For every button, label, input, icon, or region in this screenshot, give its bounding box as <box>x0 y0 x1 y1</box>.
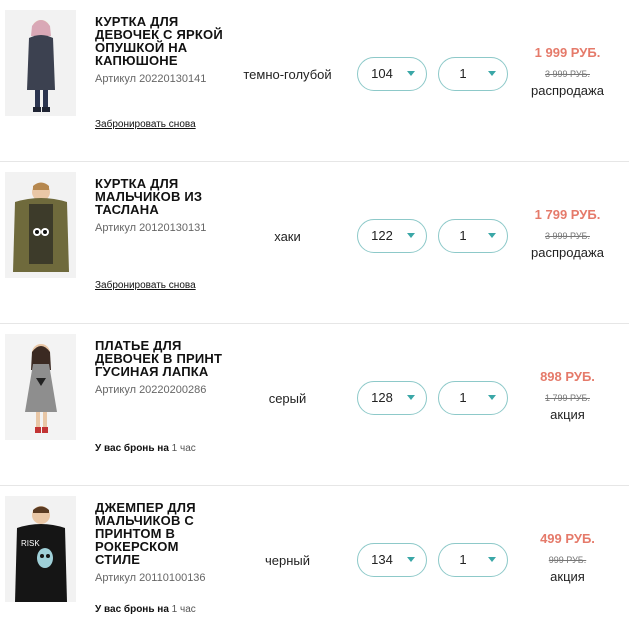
product-color: хаки <box>274 229 301 244</box>
reserve-time: 1 час <box>171 604 196 615</box>
boy-sweater-photo-icon: RISK <box>5 496 76 602</box>
quantity-value: 1 <box>459 552 467 567</box>
product-image[interactable]: RISK <box>5 496 76 602</box>
current-price: 1 999 РУБ. <box>534 45 601 60</box>
chevron-down-icon <box>488 71 496 76</box>
girl-jacket-photo-icon <box>5 10 76 116</box>
reserve-status-label: У вас бронь на <box>95 604 169 615</box>
product-color: черный <box>264 553 311 568</box>
current-price: 898 РУБ. <box>540 369 595 384</box>
quantity-value: 1 <box>459 66 467 81</box>
quantity-select[interactable]: 1 <box>438 543 508 577</box>
quantity-select[interactable]: 1 <box>438 219 508 253</box>
rebook-link[interactable]: Забронировать снова <box>95 119 196 130</box>
product-sku: Артикул 20220200286 <box>95 384 207 396</box>
product-title[interactable]: ПЛАТЬЕ ДЛЯ ДЕВОЧЕК В ПРИНТ ГУСИНАЯ ЛАПКА <box>95 339 225 378</box>
product-title[interactable]: КУРТКА ДЛЯ ДЕВОЧЕК С ЯРКОЙ ОПУШКОЙ НА КА… <box>95 15 225 67</box>
product-color: темно-голубой <box>243 67 332 82</box>
reserve-status: У вас бронь на 1 час <box>95 443 196 454</box>
product-sku: Артикул 20120130131 <box>95 222 207 234</box>
reserve-status-label: У вас бронь на <box>95 443 169 454</box>
cart-item: КУРТКА ДЛЯ МАЛЬЧИКОВ ИЗ ТАСЛАНА Артикул … <box>0 162 629 324</box>
current-price: 1 799 РУБ. <box>534 207 601 222</box>
chevron-down-icon <box>407 233 415 238</box>
svg-text:RISK: RISK <box>21 539 40 548</box>
size-select[interactable]: 122 <box>357 219 427 253</box>
size-value: 128 <box>371 390 393 405</box>
old-price: 3 999 РУБ. <box>545 231 590 241</box>
price-tag: акция <box>550 569 585 584</box>
rebook-link[interactable]: Забронировать снова <box>95 280 196 291</box>
cart-item: ПЛАТЬЕ ДЛЯ ДЕВОЧЕК В ПРИНТ ГУСИНАЯ ЛАПКА… <box>0 324 629 486</box>
product-image[interactable] <box>5 10 76 116</box>
price-tag: распродажа <box>531 245 604 260</box>
old-price: 3 999 РУБ. <box>545 69 590 79</box>
size-value: 104 <box>371 66 393 81</box>
current-price: 499 РУБ. <box>540 531 595 546</box>
boy-jacket-photo-icon <box>5 172 76 278</box>
chevron-down-icon <box>407 557 415 562</box>
girl-dress-photo-icon <box>5 334 76 440</box>
chevron-down-icon <box>407 71 415 76</box>
size-select[interactable]: 104 <box>357 57 427 91</box>
quantity-value: 1 <box>459 390 467 405</box>
cart-item: RISK ДЖЕМПЕР ДЛЯ МАЛЬЧИКОВ С ПРИНТОМ В Р… <box>0 486 629 634</box>
product-image[interactable] <box>5 334 76 440</box>
price-tag: акция <box>550 407 585 422</box>
product-title[interactable]: КУРТКА ДЛЯ МАЛЬЧИКОВ ИЗ ТАСЛАНА <box>95 177 225 216</box>
size-value: 134 <box>371 552 393 567</box>
quantity-select[interactable]: 1 <box>438 381 508 415</box>
product-image[interactable] <box>5 172 76 278</box>
product-sku: Артикул 20220130141 <box>95 73 207 85</box>
product-color: серый <box>268 391 307 406</box>
reserve-status: У вас бронь на 1 час <box>95 604 196 615</box>
product-title[interactable]: ДЖЕМПЕР ДЛЯ МАЛЬЧИКОВ С ПРИНТОМ В РОКЕРС… <box>95 501 225 566</box>
price-tag: распродажа <box>531 83 604 98</box>
size-select[interactable]: 128 <box>357 381 427 415</box>
quantity-select[interactable]: 1 <box>438 57 508 91</box>
cart-item: КУРТКА ДЛЯ ДЕВОЧЕК С ЯРКОЙ ОПУШКОЙ НА КА… <box>0 0 629 162</box>
product-sku: Артикул 20110100136 <box>95 572 206 584</box>
size-select[interactable]: 134 <box>357 543 427 577</box>
chevron-down-icon <box>488 395 496 400</box>
size-value: 122 <box>371 228 393 243</box>
chevron-down-icon <box>407 395 415 400</box>
quantity-value: 1 <box>459 228 467 243</box>
chevron-down-icon <box>488 557 496 562</box>
chevron-down-icon <box>488 233 496 238</box>
old-price: 1 799 РУБ. <box>545 393 590 403</box>
old-price: 999 РУБ. <box>548 555 587 565</box>
reserve-time: 1 час <box>171 443 196 454</box>
